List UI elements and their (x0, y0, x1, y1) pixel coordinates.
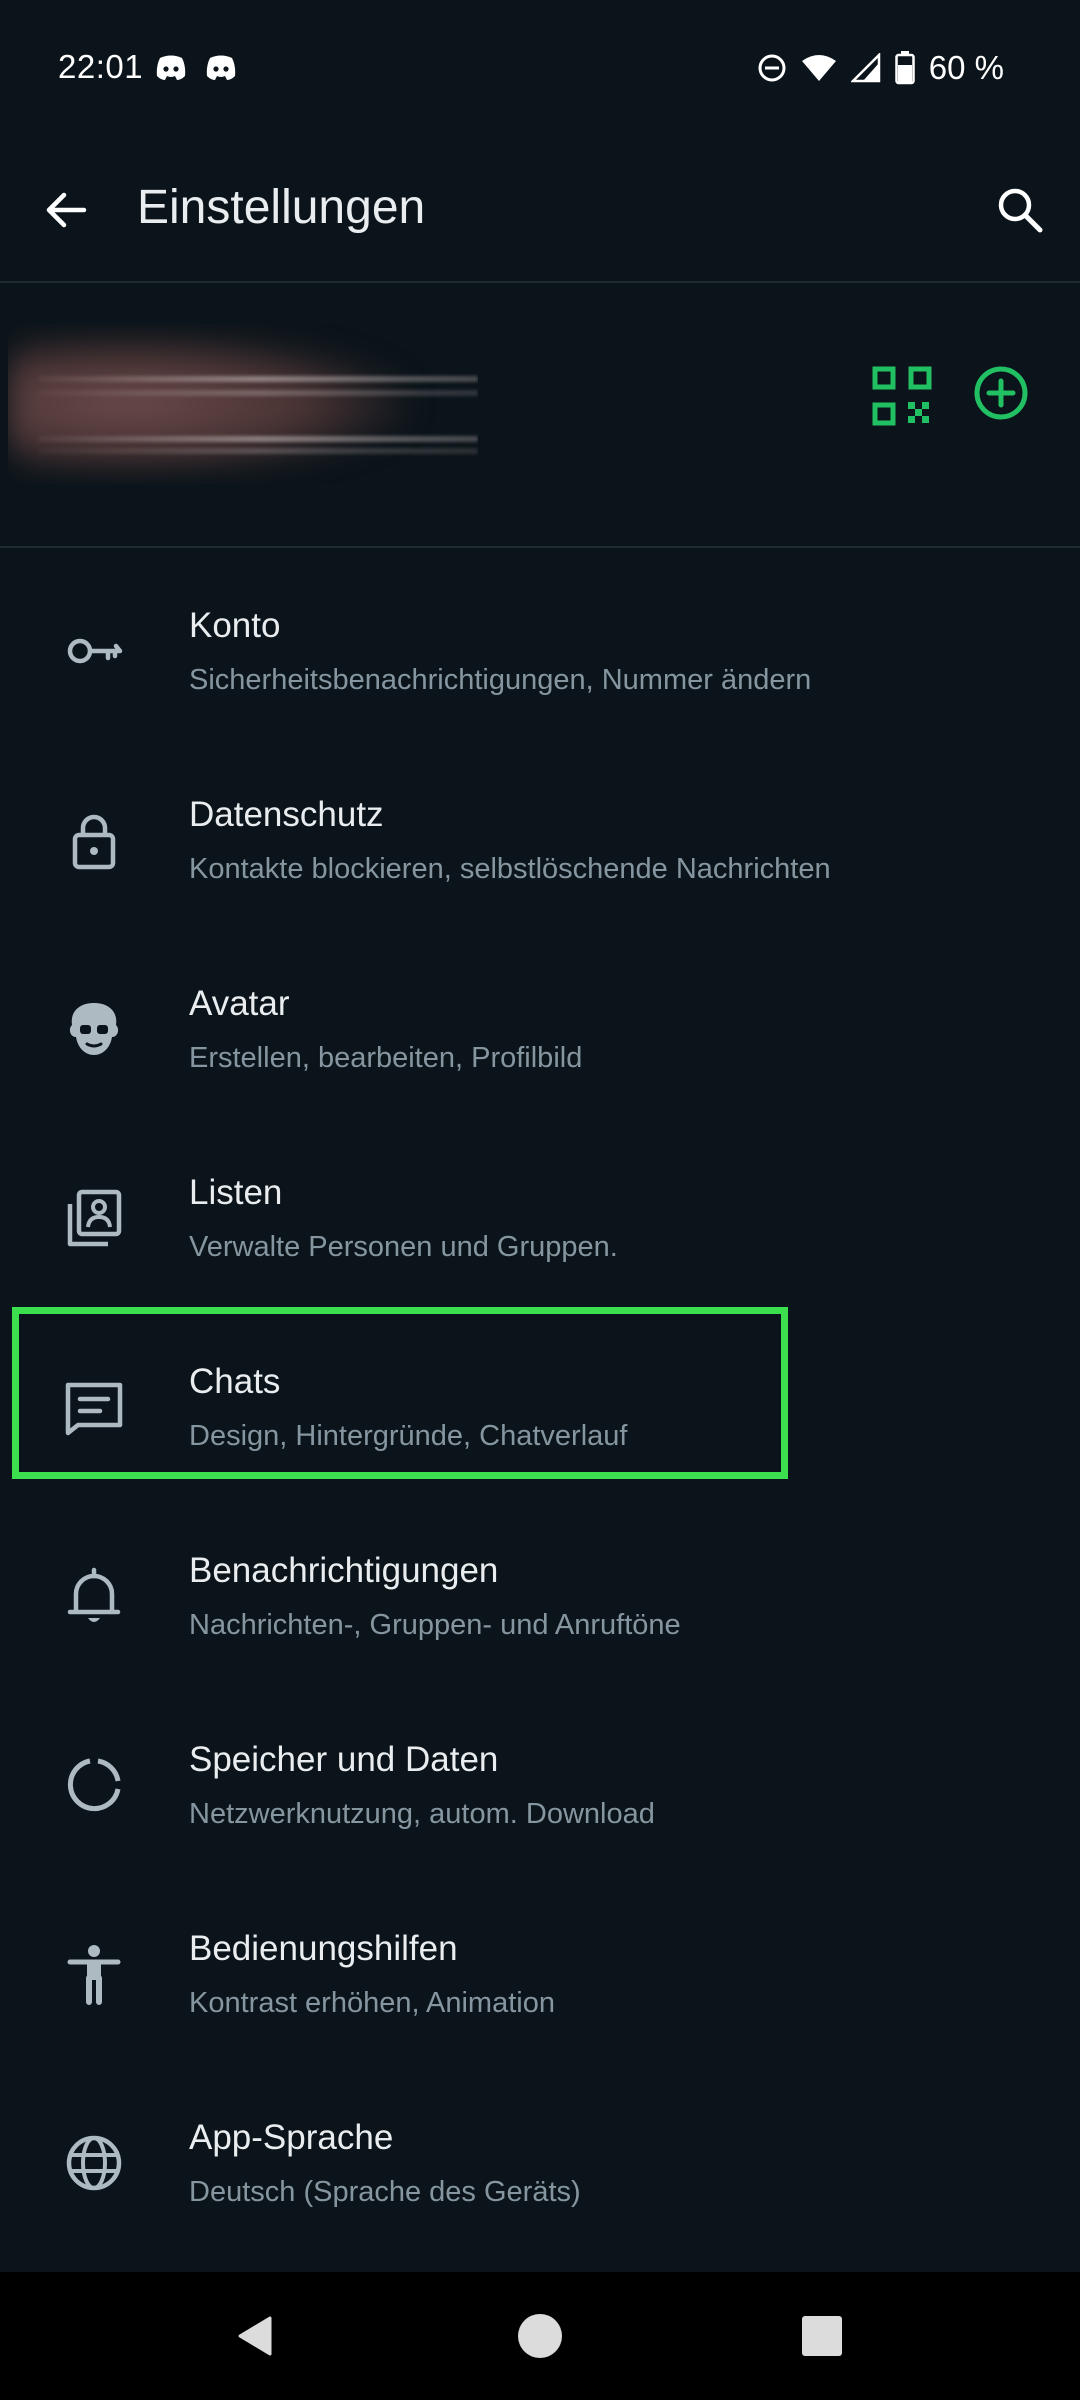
settings-item-title: Benachrichtigungen (189, 1551, 499, 1590)
page-title: Einstellungen (137, 181, 426, 234)
bell-icon (58, 1560, 130, 1632)
toolbar: Einstellungen (0, 150, 1080, 270)
navigation-bar (0, 2272, 1080, 2400)
status-bar: 22:01 60 % (0, 0, 1080, 136)
profile-blurred-info (8, 324, 478, 484)
settings-item-title: App-Sprache (189, 2118, 394, 2157)
discord-icon (156, 55, 186, 80)
settings-item-speicher-und-daten[interactable]: Speicher und Daten Netzwerknutzung, auto… (0, 1694, 1080, 1883)
add-circle-icon[interactable] (966, 358, 1036, 428)
wifi-icon (801, 55, 836, 81)
chat-icon (58, 1371, 130, 1443)
settings-item-benachrichtigungen[interactable]: Benachrichtigungen Nachrichten-, Gruppen… (0, 1505, 1080, 1694)
settings-item-subtitle: Sicherheitsbenachrichtigungen, Nummer än… (189, 664, 812, 696)
nav-recents-icon (802, 2316, 842, 2356)
settings-item-subtitle: Kontrast erhöhen, Animation (189, 1987, 555, 2019)
settings-item-avatar[interactable]: Avatar Erstellen, bearbeiten, Profilbild (0, 938, 1080, 1127)
settings-item-konto[interactable]: Konto Sicherheitsbenachrichtigungen, Num… (0, 560, 1080, 749)
search-button[interactable] (984, 174, 1056, 246)
settings-item-subtitle: Netzwerknutzung, autom. Download (189, 1798, 655, 1830)
lock-icon (58, 804, 130, 876)
signal-icon (850, 53, 881, 83)
battery-icon (895, 51, 915, 85)
screen: 22:01 60 % Einstellungen Konto Sicherhei… (0, 0, 1080, 2400)
status-time: 22:01 (58, 48, 144, 85)
settings-item-title: Datenschutz (189, 795, 384, 834)
settings-item-subtitle: Deutsch (Sprache des Geräts) (189, 2176, 581, 2208)
search-icon (998, 188, 1043, 233)
settings-item-bedienungshilfen[interactable]: Bedienungshilfen Kontrast erhöhen, Anima… (0, 1883, 1080, 2072)
arrow-left-icon (46, 192, 87, 228)
settings-item-subtitle: Design, Hintergründe, Chatverlauf (189, 1420, 628, 1452)
settings-item-title: Avatar (189, 984, 290, 1023)
settings-item-title: Listen (189, 1173, 283, 1212)
settings-item-title: Speicher und Daten (189, 1740, 499, 1779)
settings-item-subtitle: Nachrichten-, Gruppen- und Anruftöne (189, 1609, 681, 1641)
discord-icon (206, 55, 236, 80)
contact-list-icon (58, 1182, 130, 1254)
settings-item-app-sprache[interactable]: App-Sprache Deutsch (Sprache des Geräts) (0, 2072, 1080, 2261)
settings-item-title: Bedienungshilfen (189, 1929, 458, 1968)
globe-icon (58, 2127, 130, 2199)
key-icon (58, 615, 130, 687)
nav-recents-button[interactable] (790, 2304, 854, 2368)
divider (0, 281, 1080, 283)
back-button[interactable] (30, 174, 102, 246)
settings-item-listen[interactable]: Listen Verwalte Personen und Gruppen. (0, 1127, 1080, 1316)
divider (0, 546, 1080, 548)
avatar-face-icon (58, 993, 130, 1065)
battery-percentage: 60 % (928, 49, 1004, 86)
data-usage-icon (58, 1749, 130, 1821)
settings-item-title: Chats (189, 1362, 281, 1401)
accessibility-icon (58, 1938, 130, 2010)
settings-item-subtitle: Verwalte Personen und Gruppen. (189, 1231, 618, 1263)
settings-item-subtitle: Kontakte blockieren, selbstlöschende Nac… (189, 853, 831, 885)
status-icons: 60 % (757, 49, 1004, 86)
settings-item-title: Konto (189, 606, 281, 645)
settings-item-datenschutz[interactable]: Datenschutz Kontakte blockieren, selbstl… (0, 749, 1080, 938)
do-not-disturb-icon (758, 54, 786, 82)
nav-back-button[interactable] (224, 2304, 288, 2368)
nav-home-icon (518, 2314, 562, 2358)
settings-item-chats[interactable]: Chats Design, Hintergründe, Chatverlauf (0, 1316, 1080, 1505)
nav-home-button[interactable] (508, 2304, 572, 2368)
settings-item-subtitle: Erstellen, bearbeiten, Profilbild (189, 1042, 583, 1074)
profile-row[interactable] (0, 284, 1080, 546)
qr-code-icon[interactable] (870, 364, 934, 428)
nav-back-icon (238, 2316, 272, 2356)
